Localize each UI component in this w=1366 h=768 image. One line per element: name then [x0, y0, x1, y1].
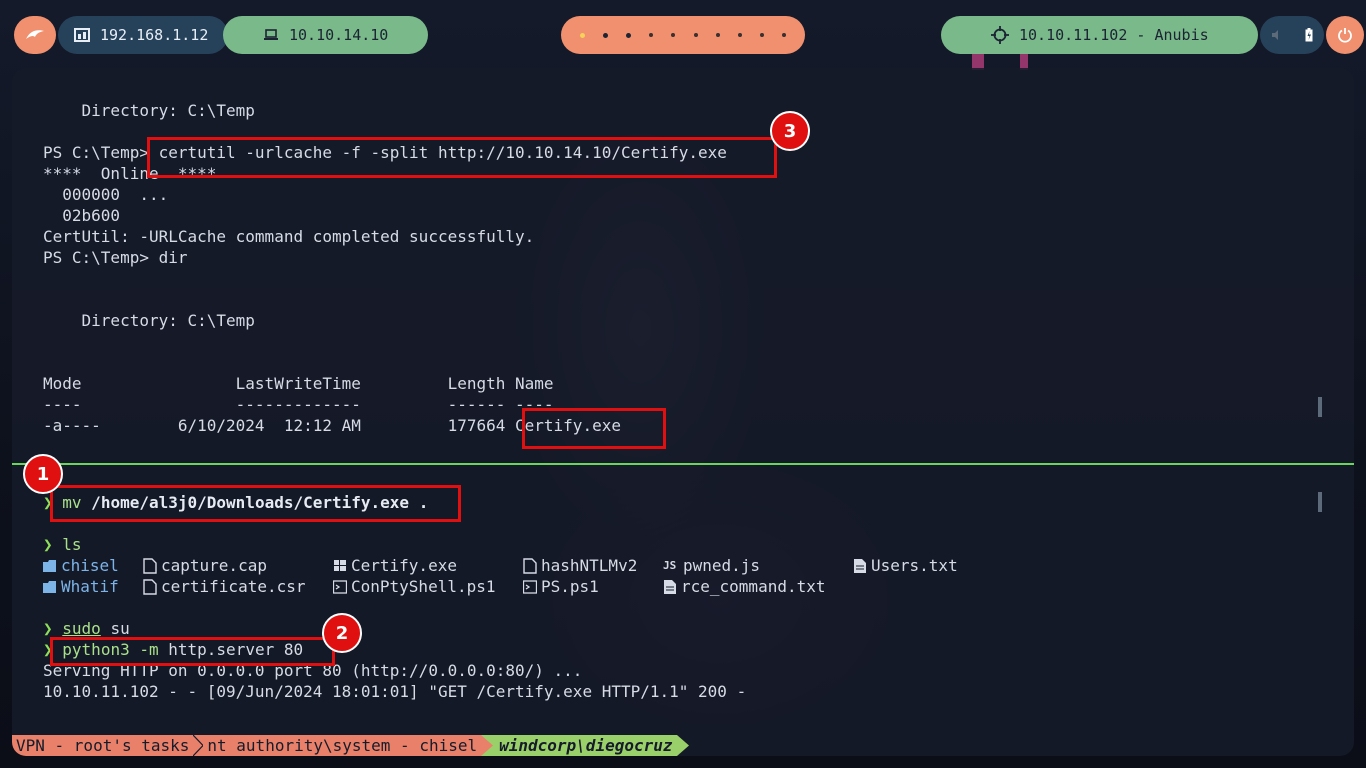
status-segment[interactable]: nt authority\system - chisel — [203, 735, 482, 756]
terminal-line: 000000 ... — [43, 185, 169, 204]
file-entry: capture.cap — [143, 555, 267, 576]
file-icon — [143, 557, 157, 574]
terminal-line: ---- ------------- ------ ---- — [43, 395, 554, 414]
terminal-output: 10.10.11.102 - - [09/Jun/2024 18:01:01] … — [43, 682, 747, 701]
text-file-icon — [854, 558, 866, 573]
file-entry: Certify.exe — [333, 555, 457, 576]
annotation-badge-3: 3 — [770, 111, 810, 151]
file-entry: PS.ps1 — [523, 576, 599, 597]
file-entry: Users.txt — [853, 555, 958, 576]
scrollbar[interactable] — [1318, 492, 1322, 512]
annotation-box-3 — [147, 137, 777, 178]
workspace-dot[interactable] — [626, 32, 632, 38]
workspace-dot[interactable] — [759, 33, 764, 37]
terminal-line: PS C:\Temp> dir — [43, 248, 188, 267]
workspace-dot[interactable] — [649, 33, 654, 37]
terminal-line: Mode LastWriteTime Length Name — [43, 374, 554, 393]
workspace-dot[interactable] — [715, 33, 720, 37]
file-entry: hashNTLMv2 — [523, 555, 637, 576]
local-ip-text: 192.168.1.12 — [100, 26, 209, 44]
terminal-line: CertUtil: -URLCache command completed su… — [43, 227, 535, 246]
file-entry: JS pwned.js — [663, 556, 761, 575]
pane-separator — [12, 463, 1354, 465]
file-icon — [523, 557, 537, 574]
workspace-dot[interactable] — [603, 32, 609, 38]
terminal-icon — [333, 579, 347, 594]
workspace-dot[interactable] — [781, 33, 786, 37]
file-icon — [143, 578, 157, 595]
js-icon: JS — [663, 559, 677, 572]
vpn-ip-text: 10.10.14.10 — [289, 26, 389, 44]
network-icon — [74, 28, 90, 42]
battery-icon — [1305, 28, 1313, 42]
kali-dragon-icon — [24, 27, 46, 43]
power-button[interactable] — [1326, 16, 1364, 54]
launcher-button[interactable] — [14, 16, 56, 54]
annotation-box-certify — [522, 408, 666, 449]
separator-icon — [193, 735, 204, 756]
volume-icon[interactable] — [1271, 29, 1283, 41]
annotation-badge-1: 1 — [23, 454, 63, 494]
workspace-switcher[interactable] — [561, 16, 805, 54]
command-line-ls: ❯ ls — [43, 535, 82, 554]
workspace-dot[interactable] — [693, 33, 698, 37]
vpn-ip-widget: 10.10.14.10 — [223, 16, 428, 54]
workspace-dot[interactable] — [737, 33, 742, 37]
terminal-line: Directory: C:\Temp — [43, 311, 255, 330]
annotation-box-2 — [50, 637, 335, 666]
status-segment-active[interactable]: windcorp\diegocruz — [495, 735, 677, 756]
separator-icon — [481, 735, 496, 756]
power-icon — [1337, 27, 1353, 43]
laptop-icon — [263, 29, 279, 41]
windows-icon — [334, 559, 346, 571]
file-entry: rce_command.txt — [663, 576, 826, 597]
status-segment[interactable]: VPN - root's tasks — [12, 735, 194, 756]
system-tray — [1260, 16, 1324, 54]
target-text: 10.10.11.102 - Anubis — [1019, 26, 1209, 44]
file-entry: ConPtyShell.ps1 — [333, 576, 496, 597]
file-entry: Whatif — [43, 576, 119, 597]
target-widget: 10.10.11.102 - Anubis — [941, 16, 1258, 54]
command-line-sudo: ❯ sudo su — [43, 619, 130, 638]
local-ip-widget: 192.168.1.12 — [58, 16, 228, 54]
scrollbar[interactable] — [1318, 397, 1322, 417]
workspace-dot-active[interactable] — [580, 32, 586, 38]
text-file-icon — [664, 579, 676, 594]
terminal-line: 02b600 — [43, 206, 121, 225]
file-entry: chisel — [43, 555, 119, 576]
file-entry: certificate.csr — [143, 576, 306, 597]
separator-icon — [676, 735, 689, 756]
tmux-status-bar: VPN - root's tasks nt authority\system -… — [12, 735, 689, 756]
folder-icon — [43, 559, 56, 572]
folder-icon — [43, 580, 56, 593]
crosshair-icon — [991, 26, 1009, 44]
terminal-line: Directory: C:\Temp — [43, 101, 255, 120]
annotation-box-1 — [50, 485, 461, 522]
annotation-badge-2: 2 — [322, 613, 362, 653]
workspace-dot[interactable] — [671, 33, 676, 37]
terminal-icon — [523, 579, 537, 594]
